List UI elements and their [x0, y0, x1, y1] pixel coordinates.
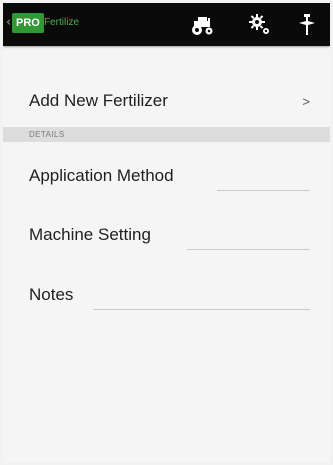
back-chevron-icon[interactable]: ‹ — [6, 15, 11, 31]
details-section-header: DETAILS — [3, 127, 330, 142]
chevron-right-icon: > — [302, 94, 310, 109]
field-label: Notes — [29, 285, 74, 304]
machine-setting-input[interactable] — [187, 249, 310, 250]
notes-input[interactable] — [93, 309, 310, 310]
pro-badge[interactable]: PRO — [12, 13, 44, 33]
field-label: Machine Setting — [29, 225, 151, 244]
app-title[interactable]: Fertilize — [44, 13, 79, 33]
app-screen: ‹ PRO Fertilize Add New Fertilizer > DET… — [3, 3, 330, 462]
add-new-fertilizer-row[interactable]: Add New Fertilizer > — [3, 83, 330, 119]
pin-icon[interactable] — [293, 11, 321, 39]
field-label: Application Method — [29, 166, 174, 185]
application-method-input[interactable] — [217, 190, 310, 191]
application-method-row: Application Method — [3, 166, 330, 196]
section-header-label: DETAILS — [29, 130, 65, 139]
add-new-fertilizer-label: Add New Fertilizer — [29, 91, 168, 110]
machine-setting-row: Machine Setting — [3, 225, 330, 255]
notes-row: Notes — [3, 285, 330, 315]
gear-icon[interactable] — [246, 11, 274, 39]
tractor-icon[interactable] — [188, 11, 216, 39]
action-bar: ‹ PRO Fertilize — [3, 3, 330, 46]
